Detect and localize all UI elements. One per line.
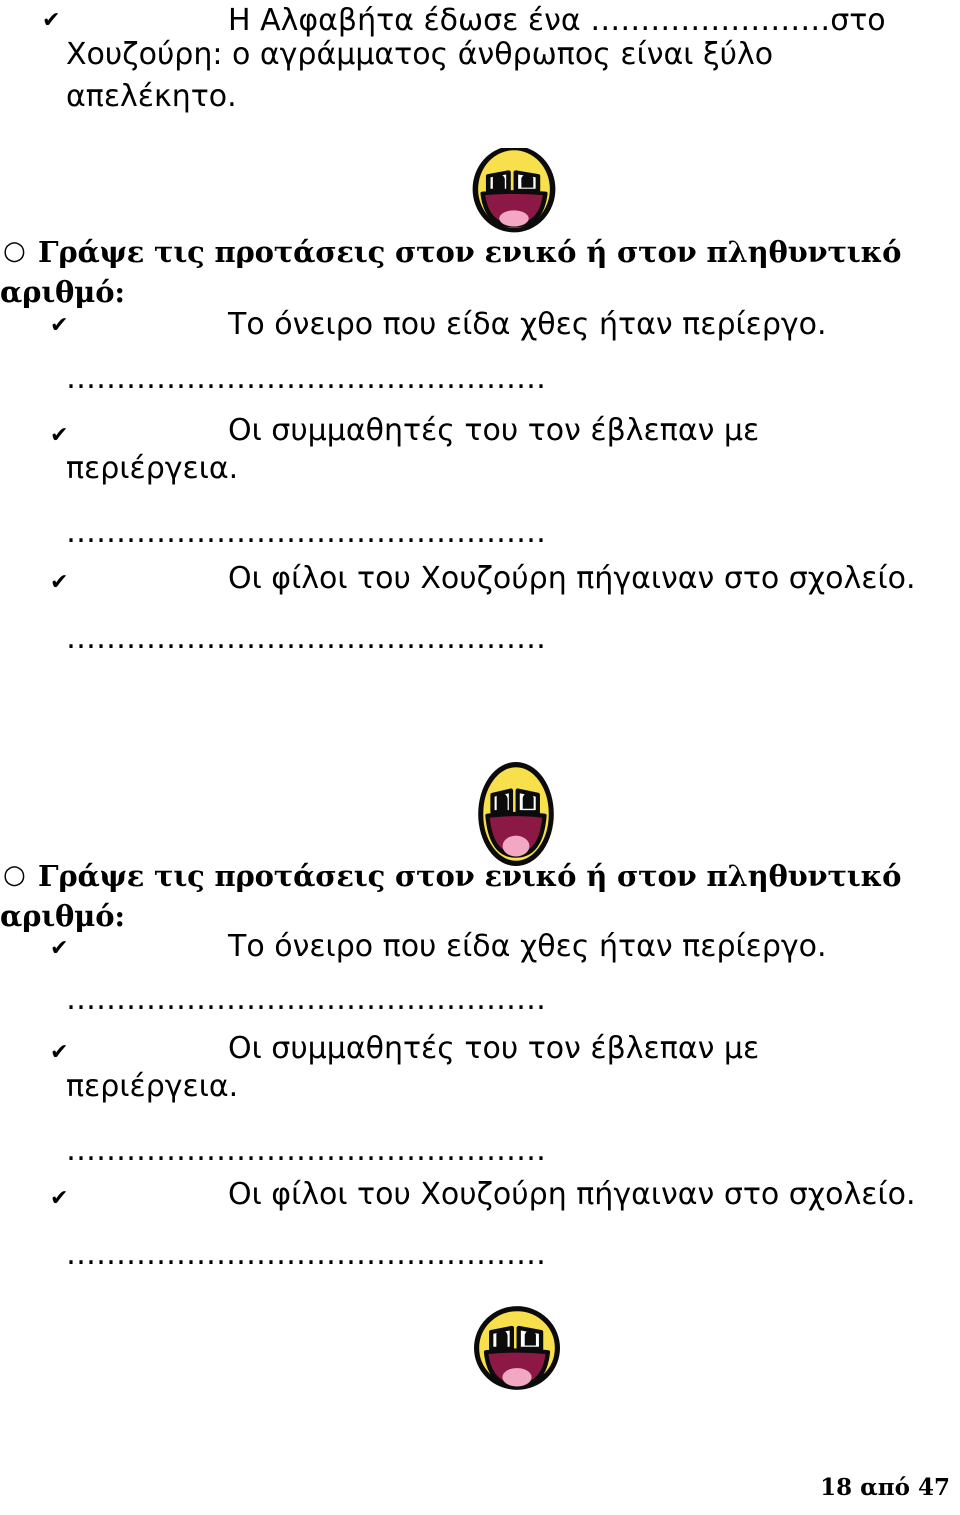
exercise-sentence-line-1: Οι συμμαθητές του τον έβλεπαν με <box>228 1031 760 1066</box>
exercise-sentence: Το όνειρο που είδα χθες ήταν περίεργο. <box>228 929 827 964</box>
circle-bullet-icon-section-2: ○ <box>3 860 26 890</box>
answer-dotted-line[interactable]: ………………………………………… <box>66 364 666 394</box>
section-heading-2-line-1: Γράψε τις προτάσεις στον ενικό ή στον πλ… <box>38 859 902 893</box>
exercise-sentence-line-2: περιέργεια. <box>66 451 239 486</box>
worksheet-page: ✔ Η Αλφαβήτα έδωσε ένα ……………………στο Χουζο… <box>0 0 960 1515</box>
exercise-sentence-line-1: Οι συμμαθητές του τον έβλεπαν με <box>228 413 760 448</box>
awesome-face-smiley-icon-3 <box>474 1302 560 1394</box>
check-bullet-icon: ✔ <box>50 1186 69 1211</box>
awesome-face-smiley-icon-2 <box>474 762 558 866</box>
check-bullet-icon: ✔ <box>50 1040 69 1065</box>
exercise-sentence: Οι φίλοι του Χουζούρη πήγαιναν στο σχολε… <box>228 1177 916 1212</box>
answer-dotted-line[interactable]: ………………………………………… <box>66 1240 726 1270</box>
awesome-face-smiley-icon-1 <box>468 148 560 236</box>
answer-dotted-line[interactable]: ………………………………………… <box>66 518 726 548</box>
check-bullet-icon: ✔ <box>42 8 61 33</box>
check-bullet-icon: ✔ <box>50 570 69 595</box>
page-number-footer: 18 από 47 <box>820 1474 950 1501</box>
intro-sentence-line-3: απελέκητο. <box>66 79 237 114</box>
answer-dotted-line[interactable]: ………………………………………… <box>66 624 726 654</box>
exercise-sentence: Το όνειρο που είδα χθες ήταν περίεργο. <box>228 307 827 342</box>
exercise-sentence: Οι φίλοι του Χουζούρη πήγαιναν στο σχολε… <box>228 561 916 596</box>
check-bullet-icon: ✔ <box>50 423 69 448</box>
intro-sentence-line-2: Χουζούρη: ο αγράμματος άνθρωπος είναι ξύ… <box>66 37 774 72</box>
circle-bullet-icon-section-1: ○ <box>3 236 26 266</box>
exercise-sentence-line-2: περιέργεια. <box>66 1069 239 1104</box>
check-bullet-icon: ✔ <box>50 936 69 961</box>
section-heading-1-line-1: Γράψε τις προτάσεις στον ενικό ή στον πλ… <box>38 235 902 269</box>
check-bullet-icon: ✔ <box>50 313 69 338</box>
answer-dotted-line[interactable]: ………………………………………… <box>66 1136 726 1166</box>
answer-dotted-line[interactable]: ………………………………………… <box>66 985 666 1015</box>
